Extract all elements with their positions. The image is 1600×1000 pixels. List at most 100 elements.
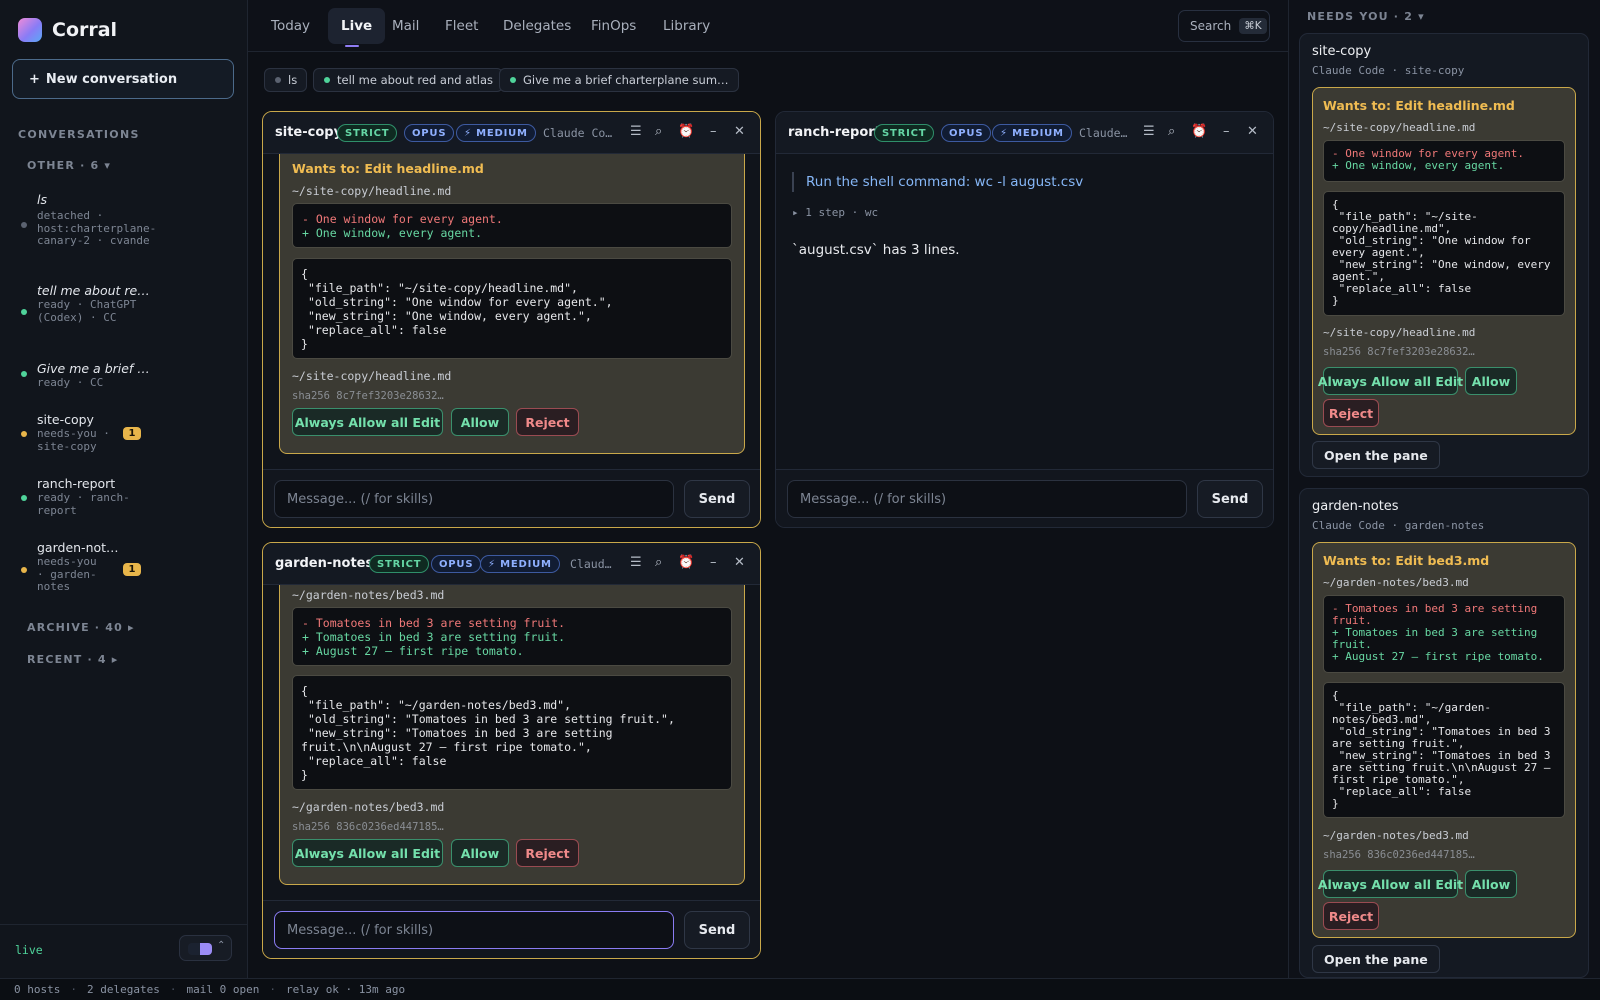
- allow-button[interactable]: Allow: [1465, 367, 1517, 395]
- pane-header: site-copy STRICT OPUS ⚡ MEDIUM Claude Co…: [263, 112, 760, 154]
- send-button[interactable]: Send: [684, 911, 750, 949]
- send-button[interactable]: Send: [1197, 480, 1263, 518]
- search-button[interactable]: Search ⌘K: [1178, 10, 1270, 42]
- sha-hash: sha256 8c7fef3203e28632…: [1323, 346, 1475, 358]
- close-icon[interactable]: ✕: [1247, 124, 1258, 139]
- conversation-title: site-copy: [37, 412, 94, 427]
- conversation-item-ls[interactable]: ls detached · host:charterplane-canary-2…: [18, 192, 218, 262]
- approval-footer-path: ~/garden-notes/bed3.md: [292, 800, 445, 814]
- conversation-item-garden-notes[interactable]: garden-not… needs-you · garden-notes 1: [18, 540, 218, 598]
- group-recent-toggle[interactable]: RECENT · 4 ▸: [27, 653, 119, 666]
- menu-icon[interactable]: ☰: [1143, 124, 1155, 139]
- theme-toggle[interactable]: ⌃: [179, 935, 232, 961]
- conversation-item-ranch-report[interactable]: ranch-report ready · ranch-report: [18, 476, 218, 520]
- session-chip-charterplane[interactable]: Give me a brief charterplane sum…: [499, 68, 739, 92]
- steps-toggle[interactable]: ▸ 1 step · wc: [792, 206, 878, 219]
- card-title: garden-notes: [1312, 499, 1399, 514]
- tab-fleet[interactable]: Fleet: [432, 8, 491, 44]
- reject-button[interactable]: Reject: [1323, 902, 1379, 930]
- separator: ·: [70, 983, 77, 996]
- conversations-heading: CONVERSATIONS: [18, 128, 140, 141]
- minimize-icon[interactable]: –: [710, 124, 717, 139]
- approval-path: ~/garden-notes/bed3.md: [292, 588, 445, 602]
- new-conversation-label: New conversation: [45, 71, 178, 87]
- alarm-icon[interactable]: ⏰: [1191, 124, 1207, 139]
- pane-body: Wants to: Edit headline.md ~/site-copy/h…: [263, 154, 760, 470]
- needs-you-heading[interactable]: NEEDS YOU · 2 ▾: [1307, 10, 1425, 23]
- new-conversation-button[interactable]: + New conversation: [12, 59, 234, 99]
- search-icon[interactable]: ⌕: [655, 555, 662, 570]
- mail-status: mail 0 open: [186, 983, 260, 996]
- message-input[interactable]: Message... (/ for skills): [274, 480, 674, 518]
- toggle-switch-icon: [188, 943, 212, 955]
- tab-delegates[interactable]: Delegates: [490, 8, 584, 44]
- always-allow-button[interactable]: Always Allow all Edit: [292, 839, 443, 867]
- pane-title: garden-notes: [275, 556, 374, 571]
- session-chip-red-atlas[interactable]: tell me about red and atlas: [313, 68, 503, 92]
- group-archive-toggle[interactable]: ARCHIVE · 40 ▸: [27, 621, 135, 634]
- tab-mail[interactable]: Mail: [379, 8, 432, 44]
- assistant-answer: `august.csv` has 3 lines.: [792, 242, 960, 258]
- chip-label: Give me a brief charterplane sum…: [523, 73, 729, 87]
- allow-button[interactable]: Allow: [451, 839, 509, 867]
- conversation-title: garden-not…: [37, 540, 119, 555]
- tool-input-json: { "file_path": "~/garden-notes/bed3.md",…: [1323, 682, 1565, 818]
- tab-today[interactable]: Today: [258, 8, 323, 44]
- pane-site-copy: site-copy STRICT OPUS ⚡ MEDIUM Claude Co…: [262, 111, 761, 528]
- status-dot: [21, 567, 27, 573]
- approval-footer-path: ~/garden-notes/bed3.md: [1323, 829, 1469, 842]
- message-input[interactable]: Message... (/ for skills): [787, 480, 1187, 518]
- menu-icon[interactable]: ☰: [630, 555, 642, 570]
- app-root: Corral + New conversation CONVERSATIONS …: [0, 0, 1600, 1000]
- separator: ·: [169, 983, 177, 996]
- conversation-subtitle: ready · ChatGPT (Codex) · CC: [37, 298, 137, 324]
- reject-button[interactable]: Reject: [516, 408, 579, 436]
- allow-button[interactable]: Allow: [1465, 870, 1517, 898]
- conversation-subtitle: needs-you · garden-notes: [37, 555, 97, 593]
- allow-button[interactable]: Allow: [451, 408, 509, 436]
- approval-card: Wants to: Edit bed3.md ~/garden-notes/be…: [1312, 542, 1576, 938]
- conversation-item-give-me[interactable]: Give me a brief … ready · CC: [18, 361, 218, 391]
- delegates-count: 2 delegates: [86, 983, 160, 996]
- card-subtitle: Claude Code · site-copy: [1312, 64, 1465, 77]
- minimize-icon[interactable]: –: [1223, 124, 1230, 139]
- always-allow-button[interactable]: Always Allow all Edit: [292, 408, 443, 436]
- pane-header: garden-notes STRICT OPUS ⚡ MEDIUM Claud……: [263, 543, 760, 585]
- close-icon[interactable]: ✕: [734, 555, 745, 570]
- strict-badge: STRICT: [337, 124, 398, 142]
- diff-added-line: + August 27 — first ripe tomato.: [302, 644, 524, 658]
- always-allow-button[interactable]: Always Allow all Edit: [1318, 870, 1463, 898]
- model-badge: OPUS: [941, 124, 992, 142]
- status-bar: 0 hosts · 2 delegates · mail 0 open · re…: [0, 978, 1600, 1000]
- tab-live[interactable]: Live: [328, 8, 386, 47]
- approval-path: ~/garden-notes/bed3.md: [1323, 576, 1469, 589]
- menu-icon[interactable]: ☰: [630, 124, 642, 139]
- session-chip-ls[interactable]: ls: [264, 68, 308, 92]
- open-pane-button[interactable]: Open the pane: [1312, 441, 1440, 469]
- close-icon[interactable]: ✕: [734, 124, 745, 139]
- tab-library[interactable]: Library: [650, 8, 723, 44]
- minimize-icon[interactable]: –: [710, 555, 717, 570]
- brand[interactable]: Corral: [18, 18, 117, 42]
- conversation-item-tell-me[interactable]: tell me about re… ready · ChatGPT (Codex…: [18, 283, 218, 343]
- effort-badge: ⚡ MEDIUM: [992, 124, 1072, 142]
- search-icon[interactable]: ⌕: [655, 124, 662, 139]
- group-other-toggle[interactable]: OTHER · 6 ▾: [27, 159, 111, 172]
- approval-title: Wants to: Edit headline.md: [292, 161, 484, 176]
- alarm-icon[interactable]: ⏰: [678, 555, 694, 570]
- always-allow-button[interactable]: Always Allow all Edit: [1318, 367, 1463, 395]
- open-pane-button[interactable]: Open the pane: [1312, 945, 1440, 973]
- alarm-icon[interactable]: ⏰: [678, 124, 694, 139]
- send-button[interactable]: Send: [684, 480, 750, 518]
- conversation-item-site-copy[interactable]: site-copy needs-you · site-copy 1: [18, 412, 218, 456]
- search-icon[interactable]: ⌕: [1168, 124, 1175, 139]
- message-input[interactable]: Message... (/ for skills): [274, 911, 674, 949]
- tab-finops[interactable]: FinOps: [578, 8, 649, 44]
- approval-path: ~/site-copy/headline.md: [1323, 121, 1476, 134]
- pane-source: Claude Co…: [543, 126, 613, 140]
- effort-badge: ⚡ MEDIUM: [480, 555, 560, 573]
- reject-button[interactable]: Reject: [1323, 399, 1379, 427]
- card-title: site-copy: [1312, 44, 1372, 59]
- reject-button[interactable]: Reject: [516, 839, 579, 867]
- caret-up-icon: ⌃: [217, 940, 226, 951]
